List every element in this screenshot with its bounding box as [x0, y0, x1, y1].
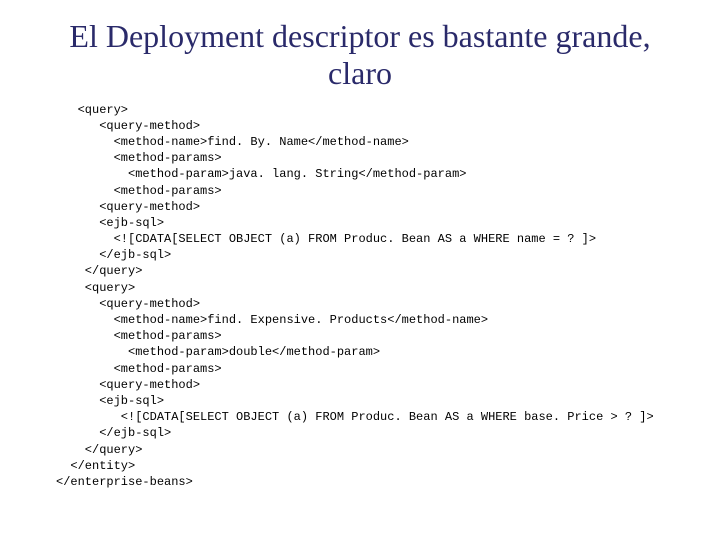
slide: El Deployment descriptor es bastante gra…: [0, 18, 720, 558]
slide-title: El Deployment descriptor es bastante gra…: [40, 18, 680, 92]
code-block: <query> <query-method> <method-name>find…: [56, 102, 720, 491]
